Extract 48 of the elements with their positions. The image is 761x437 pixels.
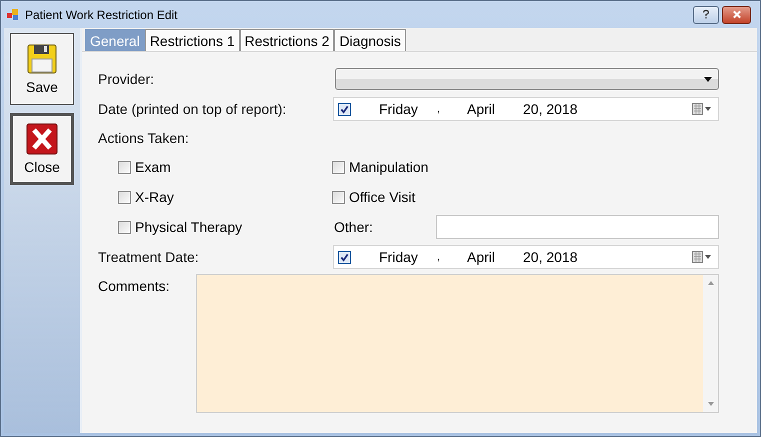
scroll-up-icon[interactable]: [708, 281, 714, 285]
weekday-text: Friday: [379, 101, 419, 117]
checkbox-label[interactable]: Manipulation: [349, 159, 428, 175]
dropdown-arrow-icon: [704, 76, 712, 82]
close-button[interactable]: Close: [10, 113, 74, 185]
tab[interactable]: Diagnosis: [334, 29, 406, 51]
close-icon: [732, 10, 742, 19]
app-icon: [7, 8, 19, 20]
calendar-dropdown-icon[interactable]: [692, 251, 712, 263]
separator-text: ,: [437, 251, 442, 263]
checkbox[interactable]: [332, 160, 345, 174]
field-label: Comments:: [98, 278, 171, 296]
provider-dropdown[interactable]: [335, 68, 719, 90]
checkbox-label[interactable]: Physical Therapy: [135, 219, 242, 235]
day-year-text: 20, 2018: [523, 101, 578, 117]
field-label: Date (printed on top of report):: [98, 101, 286, 117]
field-label: Other:: [333, 219, 374, 235]
checkbox[interactable]: [338, 250, 351, 264]
checkbox-label[interactable]: X-Ray: [135, 189, 174, 205]
checkbox[interactable]: [338, 102, 351, 116]
help-button[interactable]: [693, 6, 719, 24]
field-label: Provider:: [98, 71, 154, 87]
checkbox[interactable]: [118, 160, 131, 174]
window-title: Patient Work Restriction Edit: [25, 8, 179, 22]
checkbox[interactable]: [118, 220, 131, 234]
tab[interactable]: Restrictions 1: [144, 29, 240, 51]
checkbox[interactable]: [118, 190, 131, 204]
other-input-field[interactable]: [436, 215, 719, 239]
calendar-dropdown-icon[interactable]: [692, 103, 712, 115]
field-label: Treatment Date:: [98, 249, 199, 265]
month-text: April: [467, 101, 496, 117]
date-picker[interactable]: Friday , April 20, 2018: [333, 245, 719, 269]
save-button[interactable]: Save: [10, 33, 74, 105]
section-label: Actions Taken:: [98, 130, 189, 146]
month-text: April: [467, 249, 496, 265]
question-mark-icon: [702, 9, 710, 20]
close-button[interactable]: [722, 6, 751, 24]
checkbox-label[interactable]: Exam: [135, 159, 171, 175]
scroll-down-icon[interactable]: [708, 402, 714, 406]
scrollbar[interactable]: [703, 275, 718, 412]
day-year-text: 20, 2018: [523, 249, 578, 265]
weekday-text: Friday: [379, 249, 419, 265]
separator-text: ,: [437, 103, 442, 115]
date-picker[interactable]: Friday , April 20, 2018: [333, 97, 719, 121]
checkbox[interactable]: [332, 190, 345, 204]
checkbox-label[interactable]: Office Visit: [349, 189, 416, 205]
close-x-icon: [26, 123, 58, 155]
tab[interactable]: Restrictions 2: [240, 29, 334, 51]
